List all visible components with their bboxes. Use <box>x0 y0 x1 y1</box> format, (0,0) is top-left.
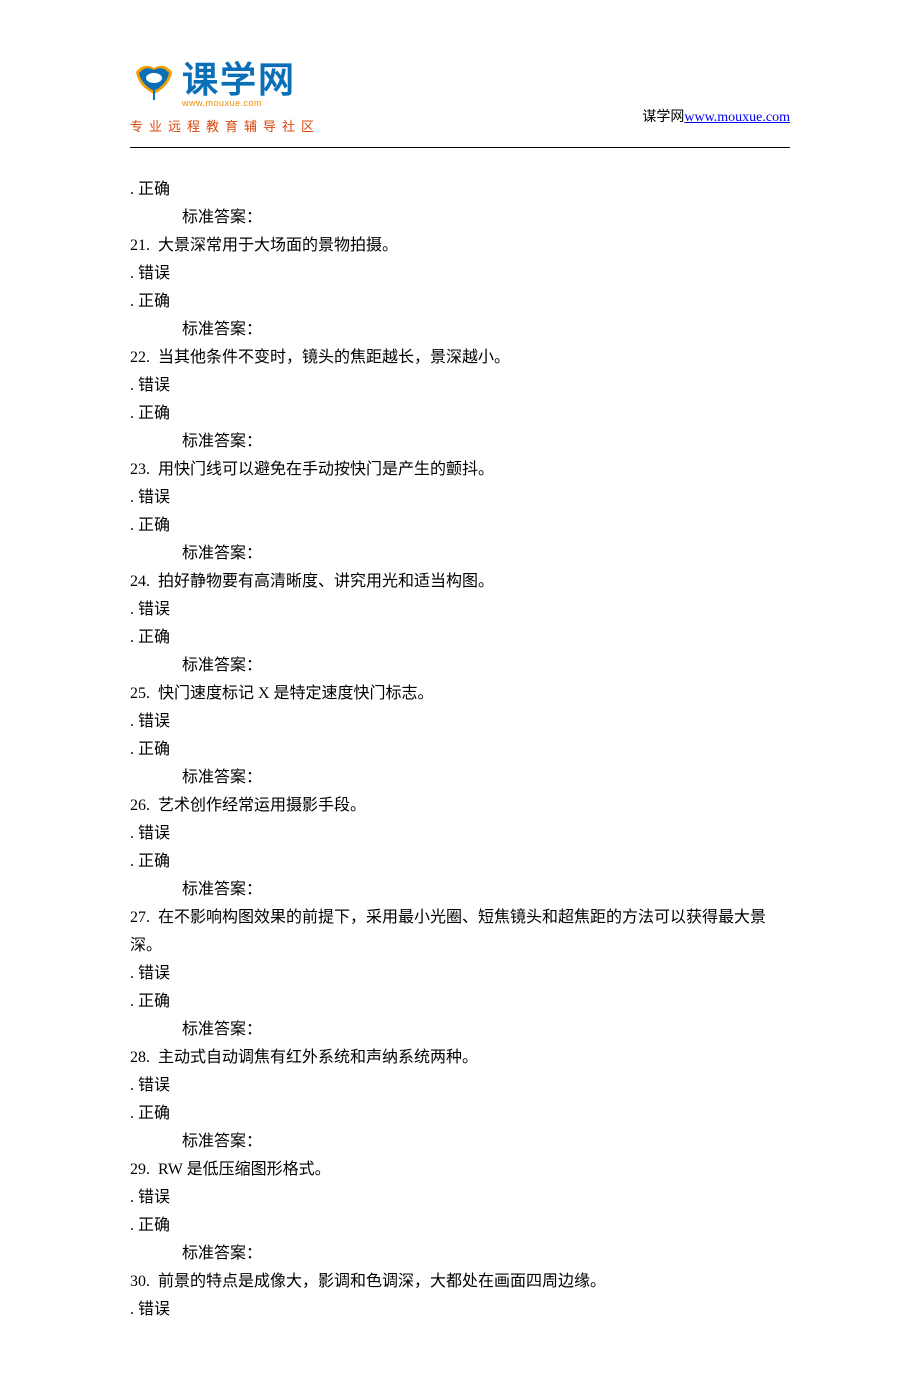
question-line: 21. 大景深常用于大场面的景物拍摄。 <box>130 232 790 260</box>
answer-line: 标准答案： <box>130 428 790 456</box>
content-body: . 正确 标准答案：21. 大景深常用于大场面的景物拍摄。. 错误. 正确 标准… <box>130 176 790 1324</box>
logo-top: 课学网 <box>130 60 296 100</box>
answer-line: 标准答案： <box>130 540 790 568</box>
option-line: . 错误 <box>130 484 790 512</box>
header-divider <box>130 147 790 148</box>
question-line: 27. 在不影响构图效果的前提下，采用最小光圈、短焦镜头和超焦距的方法可以获得最… <box>130 904 790 960</box>
answer-line: 标准答案： <box>130 316 790 344</box>
option-line: . 正确 <box>130 736 790 764</box>
option-line: . 错误 <box>130 1184 790 1212</box>
option-line: . 正确 <box>130 512 790 540</box>
question-line: 22. 当其他条件不变时，镜头的焦距越长，景深越小。 <box>130 344 790 372</box>
document-page: 课学网 www.mouxue.com 专业远程教育辅导社区 谋学网www.mou… <box>0 0 920 1384</box>
option-line: . 正确 <box>130 400 790 428</box>
answer-line: 标准答案： <box>130 876 790 904</box>
logo-icon <box>130 60 178 100</box>
option-line: . 错误 <box>130 372 790 400</box>
option-line: . 错误 <box>130 960 790 988</box>
option-line: . 正确 <box>130 988 790 1016</box>
option-line: . 错误 <box>130 820 790 848</box>
question-line: 24. 拍好静物要有高清晰度、讲究用光和适当构图。 <box>130 568 790 596</box>
logo-url-text: www.mouxue.com <box>182 96 262 112</box>
option-line: . 错误 <box>130 1072 790 1100</box>
header-right: 谋学网www.mouxue.com <box>642 106 790 139</box>
site-link[interactable]: www.mouxue.com <box>684 110 790 125</box>
answer-line: 标准答案： <box>130 652 790 680</box>
option-line: . 错误 <box>130 260 790 288</box>
answer-line: 标准答案： <box>130 1240 790 1268</box>
page-header: 课学网 www.mouxue.com 专业远程教育辅导社区 谋学网www.mou… <box>130 60 790 139</box>
option-line: . 错误 <box>130 708 790 736</box>
option-line: . 错误 <box>130 596 790 624</box>
option-line: . 正确 <box>130 624 790 652</box>
answer-line: 标准答案： <box>130 1128 790 1156</box>
option-line: . 正确 <box>130 1100 790 1128</box>
option-line: . 正确 <box>130 1212 790 1240</box>
question-line: 30. 前景的特点是成像大，影调和色调深，大都处在画面四周边缘。 <box>130 1268 790 1296</box>
answer-line: 标准答案： <box>130 204 790 232</box>
question-line: 29. RW 是低压缩图形格式。 <box>130 1156 790 1184</box>
question-line: 25. 快门速度标记 X 是特定速度快门标志。 <box>130 680 790 708</box>
question-line: 23. 用快门线可以避免在手动按快门是产生的颤抖。 <box>130 456 790 484</box>
option-line: . 错误 <box>130 1296 790 1324</box>
answer-line: 标准答案： <box>130 764 790 792</box>
logo-text-wrap: 课学网 <box>182 62 296 98</box>
logo-main-text: 课学网 <box>182 62 296 98</box>
answer-line: 标准答案： <box>130 1016 790 1044</box>
option-line: . 正确 <box>130 176 790 204</box>
logo-tagline: 专业远程教育辅导社区 <box>130 116 320 139</box>
question-line: 26. 艺术创作经常运用摄影手段。 <box>130 792 790 820</box>
option-line: . 正确 <box>130 288 790 316</box>
logo-block: 课学网 www.mouxue.com 专业远程教育辅导社区 <box>130 60 320 139</box>
site-label: 谋学网 <box>642 110 684 125</box>
option-line: . 正确 <box>130 848 790 876</box>
question-line: 28. 主动式自动调焦有红外系统和声纳系统两种。 <box>130 1044 790 1072</box>
